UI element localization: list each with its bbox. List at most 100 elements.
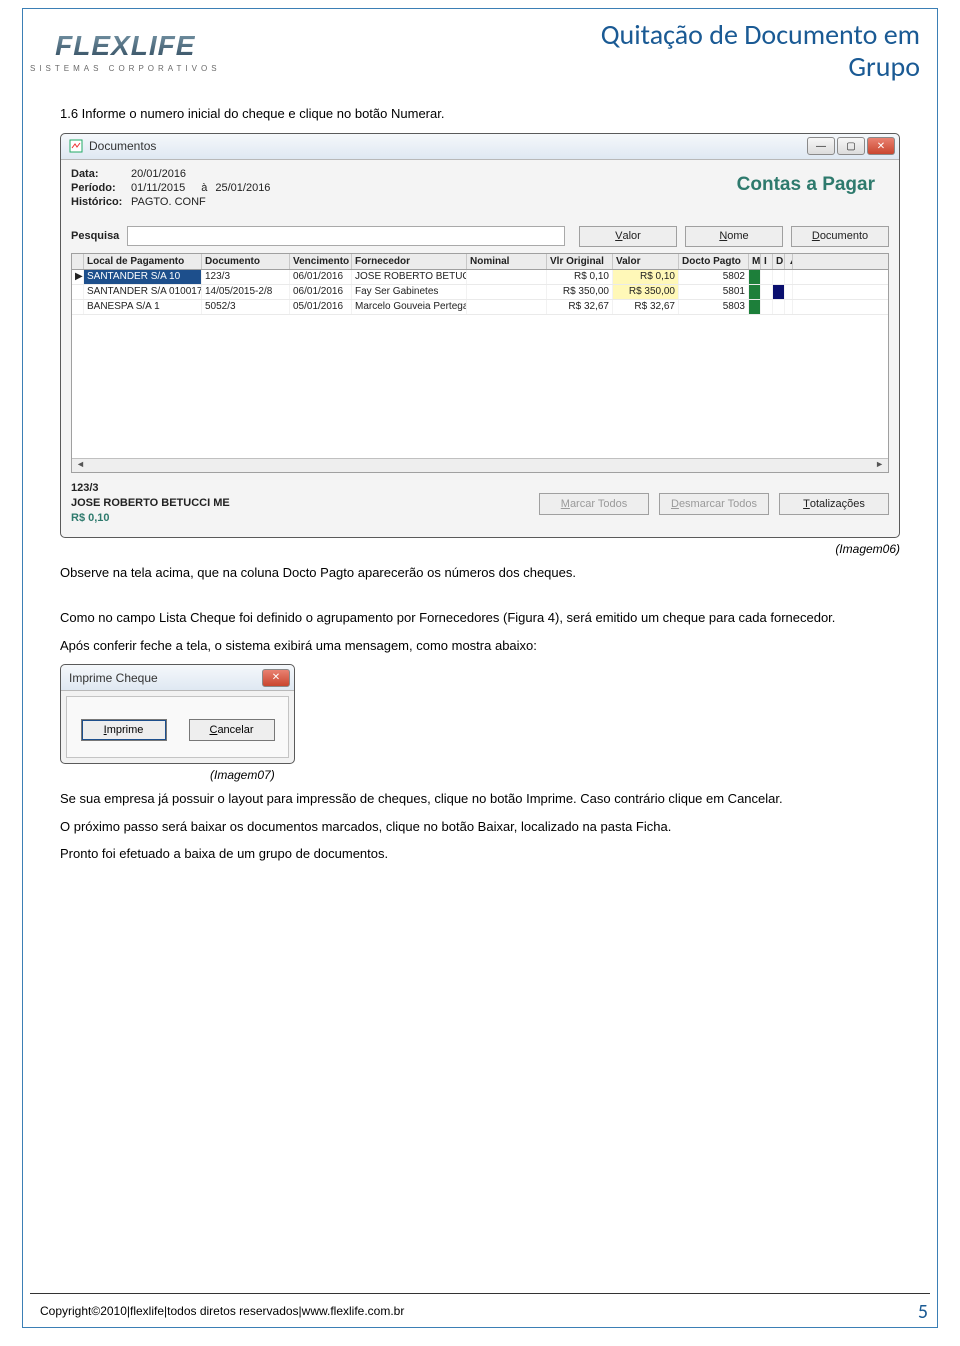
footer-docnum: 123/3 — [71, 481, 230, 496]
col-vlr-original[interactable]: Vlr Original — [547, 254, 613, 269]
cell-flag-d — [773, 285, 785, 299]
marcar-todos-button[interactable]: Marcar Todos — [539, 493, 649, 515]
logo-text: FLEXLIFE — [55, 30, 195, 62]
col-d[interactable]: D — [773, 254, 785, 269]
cell-flag-m — [749, 300, 761, 314]
cell-vencimento: 05/01/2016 — [290, 300, 352, 314]
dialog-titlebar[interactable]: Imprime Cheque ✕ — [61, 665, 294, 691]
cell-flag-m — [749, 270, 761, 284]
cell-documento: 5052/3 — [202, 300, 290, 314]
cancelar-button[interactable]: Cancelar — [189, 719, 275, 741]
col-i[interactable]: I — [761, 254, 773, 269]
col-m[interactable]: M — [749, 254, 761, 269]
cell-valor: R$ 0,10 — [613, 270, 679, 284]
copyright: Copyright©2010|flexlife|todos diretos re… — [40, 1304, 404, 1318]
cell-valor: R$ 350,00 — [613, 285, 679, 299]
documentos-window: Documentos — ▢ ✕ Data: 20/01/2016 Períod… — [60, 133, 900, 538]
desmarcar-todos-button[interactable]: Desmarcar Todos — [659, 493, 769, 515]
cell-vlr-original: R$ 0,10 — [547, 270, 613, 284]
maximize-button[interactable]: ▢ — [837, 137, 865, 155]
filter-documento-button[interactable]: Documento — [791, 226, 889, 247]
col-vencimento[interactable]: Vencimento — [290, 254, 352, 269]
cell-nominal — [467, 300, 547, 314]
para-pronto: Pronto foi efetuado a baixa de um grupo … — [60, 845, 900, 863]
cell-flag-i — [761, 300, 773, 314]
cell-local: BANESPA S/A 1 — [84, 300, 202, 314]
page-number: 5 — [918, 1300, 928, 1324]
table-row[interactable]: SANTANDER S/A 01001786 14/05/2015-2/8 06… — [72, 285, 888, 300]
logo: FLEXLIFE SISTEMAS CORPORATIVOS — [30, 30, 221, 73]
cell-docto-pagto: 5802 — [679, 270, 749, 284]
filter-nome-button[interactable]: Nome — [685, 226, 783, 247]
para-sesua: Se sua empresa já possuir o layout para … — [60, 790, 900, 808]
periodo-label: Período: — [71, 182, 131, 194]
cell-nominal — [467, 270, 547, 284]
horizontal-scrollbar[interactable] — [72, 458, 888, 472]
para-observe: Observe na tela acima, que na coluna Doc… — [60, 564, 900, 582]
cell-nominal — [467, 285, 547, 299]
search-label: Pesquisa — [71, 230, 119, 242]
periodo-to: 25/01/2016 — [215, 182, 270, 194]
col-local[interactable]: Local de Pagamento — [84, 254, 202, 269]
footer-buttons: Marcar Todos Desmarcar Todos Totalizaçõe… — [539, 493, 889, 515]
minimize-button[interactable]: — — [807, 137, 835, 155]
cell-flag-m — [749, 285, 761, 299]
col-nominal[interactable]: Nominal — [467, 254, 547, 269]
bottom-rule — [30, 1293, 930, 1294]
cell-local: SANTANDER S/A 10 — [84, 270, 202, 284]
cell-fornecedor: Marcelo Gouveia Pertegato — [352, 300, 467, 314]
cell-vencimento: 06/01/2016 — [290, 270, 352, 284]
periodo-from: 01/11/2015 — [131, 182, 185, 194]
cell-docto-pagto: 5803 — [679, 300, 749, 314]
page-header: FLEXLIFE SISTEMAS CORPORATIVOS Quitação … — [30, 16, 930, 86]
filter-buttons: Valor Nome Documento — [579, 226, 889, 247]
cell-documento: 14/05/2015-2/8 — [202, 285, 290, 299]
cell-docto-pagto: 5801 — [679, 285, 749, 299]
cell-flag-d — [773, 300, 785, 314]
para-proximo: O próximo passo será baixar os documento… — [60, 818, 900, 836]
historico-label: Histórico: — [71, 196, 131, 208]
logo-sub: SISTEMAS CORPORATIVOS — [30, 64, 221, 73]
filter-valor-button[interactable]: Valor — [579, 226, 677, 247]
table-row[interactable]: ▶ SANTANDER S/A 10 123/3 06/01/2016 JOSE… — [72, 270, 888, 285]
col-valor[interactable]: Valor — [613, 254, 679, 269]
window-body: Data: 20/01/2016 Período: 01/11/2015 à 2… — [61, 160, 899, 537]
cell-vencimento: 06/01/2016 — [290, 285, 352, 299]
col-documento[interactable]: Documento — [202, 254, 290, 269]
cell-fornecedor: Fay Ser Gabinetes — [352, 285, 467, 299]
table-row[interactable]: BANESPA S/A 1 5052/3 05/01/2016 Marcelo … — [72, 300, 888, 315]
data-label: Data: — [71, 168, 131, 180]
search-input[interactable] — [127, 226, 565, 246]
imprime-button[interactable]: Imprime — [81, 719, 167, 741]
totalizacoes-button[interactable]: Totalizações — [779, 493, 889, 515]
para-apos: Após conferir feche a tela, o sistema ex… — [60, 637, 900, 655]
image-caption-06: (Imagem06) — [60, 542, 900, 556]
para-como: Como no campo Lista Cheque foi definido … — [60, 609, 900, 627]
cell-documento: 123/3 — [202, 270, 290, 284]
col-caret[interactable]: ▲ — [785, 254, 793, 269]
dialog-close-button[interactable]: ✕ — [262, 669, 290, 687]
close-button[interactable]: ✕ — [867, 137, 895, 155]
row-pointer-icon: ▶ — [72, 270, 84, 284]
col-fornecedor[interactable]: Fornecedor — [352, 254, 467, 269]
cell-fornecedor: JOSE ROBERTO BETUCCI I — [352, 270, 467, 284]
window-controls: — ▢ ✕ — [807, 137, 895, 155]
data-value: 20/01/2016 — [131, 168, 186, 180]
cell-flag-i — [761, 270, 773, 284]
cell-vlr-original: R$ 350,00 — [547, 285, 613, 299]
cell-flag-i — [761, 285, 773, 299]
grid-header[interactable]: Local de Pagamento Documento Vencimento … — [72, 254, 888, 270]
dialog-title: Imprime Cheque — [69, 671, 158, 685]
periodo-a: à — [201, 182, 207, 194]
window-titlebar[interactable]: Documentos — ▢ ✕ — [61, 134, 899, 160]
col-docto-pagto[interactable]: Docto Pagto — [679, 254, 749, 269]
search-row: Pesquisa Valor Nome Documento — [71, 226, 889, 247]
image-caption-07: (Imagem07) — [210, 768, 900, 782]
content: 1.6 Informe o numero inicial do cheque e… — [60, 105, 900, 873]
documents-grid[interactable]: Local de Pagamento Documento Vencimento … — [71, 253, 889, 473]
historico-value: PAGTO. CONF — [131, 196, 206, 208]
footer-amount: R$ 0,10 — [71, 511, 230, 526]
contas-a-pagar-title: Contas a Pagar — [737, 174, 875, 196]
cell-local: SANTANDER S/A 01001786 — [84, 285, 202, 299]
window-app-icon — [69, 139, 83, 153]
